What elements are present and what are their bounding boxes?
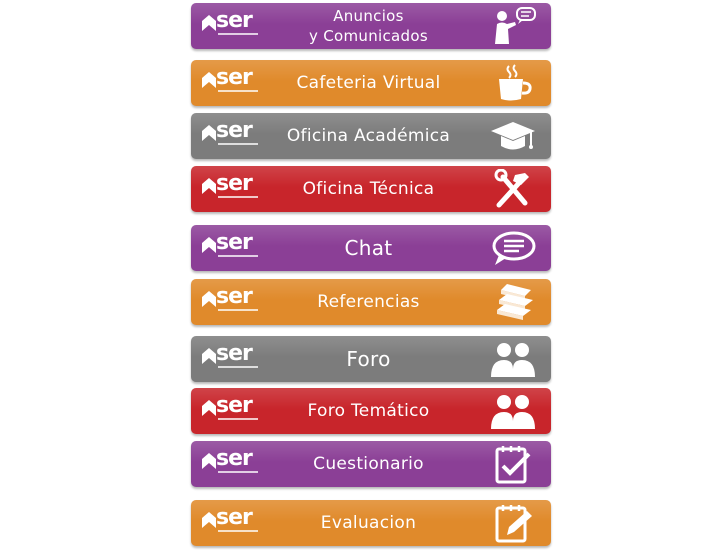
books-icon	[489, 282, 537, 322]
ser-logo: ser	[202, 8, 262, 40]
ser-logo-text: ser	[216, 446, 253, 471]
ser-logo-text: ser	[216, 118, 253, 143]
ser-logo: ser	[202, 284, 262, 316]
ser-logo-text: ser	[216, 393, 253, 418]
menu-button-label: Referencias	[317, 292, 420, 312]
menu-button-evaluacion[interactable]: ser Evaluacion	[191, 500, 551, 546]
menu-button-label: Oficina Técnica	[302, 179, 435, 199]
main-menu: ser Anuncios y Comunicados ser Cafeteria…	[0, 0, 720, 550]
presenter-speech-icon	[489, 6, 537, 46]
menu-button-label: Evaluacion	[320, 513, 417, 533]
coffee-cup-icon	[489, 63, 537, 103]
menu-button-label: Cafeteria Virtual	[296, 73, 441, 93]
tools-icon	[489, 169, 537, 209]
ser-logo: ser	[202, 505, 262, 537]
menu-button-label: Chat	[344, 236, 393, 260]
menu-button-label: Anuncios y Comunicados	[261, 3, 476, 49]
ser-logo: ser	[202, 118, 262, 150]
menu-button-label: Foro Temático	[307, 401, 430, 421]
menu-button-oficina-academica[interactable]: ser Oficina Académica	[191, 113, 551, 159]
menu-button-cafeteria-virtual[interactable]: ser Cafeteria Virtual	[191, 60, 551, 106]
ser-logo-text: ser	[216, 65, 253, 90]
menu-button-foro-tematico[interactable]: ser Foro Temático	[191, 388, 551, 434]
menu-button-foro[interactable]: ser Foro	[191, 336, 551, 382]
ser-logo-text: ser	[216, 8, 253, 33]
chat-bubble-icon	[489, 228, 537, 268]
ser-logo: ser	[202, 65, 262, 97]
menu-button-anuncios[interactable]: ser Anuncios y Comunicados	[191, 3, 551, 49]
ser-logo: ser	[202, 230, 262, 262]
menu-button-label: Cuestionario	[313, 454, 424, 474]
menu-button-chat[interactable]: ser Chat	[191, 225, 551, 271]
menu-button-referencias[interactable]: ser Referencias	[191, 279, 551, 325]
ser-logo: ser	[202, 393, 262, 425]
notepad-pencil-icon	[489, 503, 537, 543]
menu-button-label: Oficina Académica	[286, 126, 451, 146]
people-icon	[489, 339, 537, 379]
ser-logo-text: ser	[216, 230, 253, 255]
people-icon	[489, 391, 537, 431]
menu-button-label-line2: y Comunicados	[309, 27, 428, 45]
ser-logo-text: ser	[216, 505, 253, 530]
ser-logo: ser	[202, 446, 262, 478]
menu-button-label: Foro	[346, 347, 391, 371]
menu-button-cuestionario[interactable]: ser Cuestionario	[191, 441, 551, 487]
menu-button-label-line1: Anuncios	[333, 7, 404, 25]
checklist-icon	[489, 444, 537, 484]
ser-logo-text: ser	[216, 341, 253, 366]
ser-logo-text: ser	[216, 284, 253, 309]
ser-logo: ser	[202, 171, 262, 203]
menu-button-oficina-tecnica[interactable]: ser Oficina Técnica	[191, 166, 551, 212]
ser-logo-text: ser	[216, 171, 253, 196]
graduation-cap-icon	[489, 116, 537, 156]
ser-logo: ser	[202, 341, 262, 373]
